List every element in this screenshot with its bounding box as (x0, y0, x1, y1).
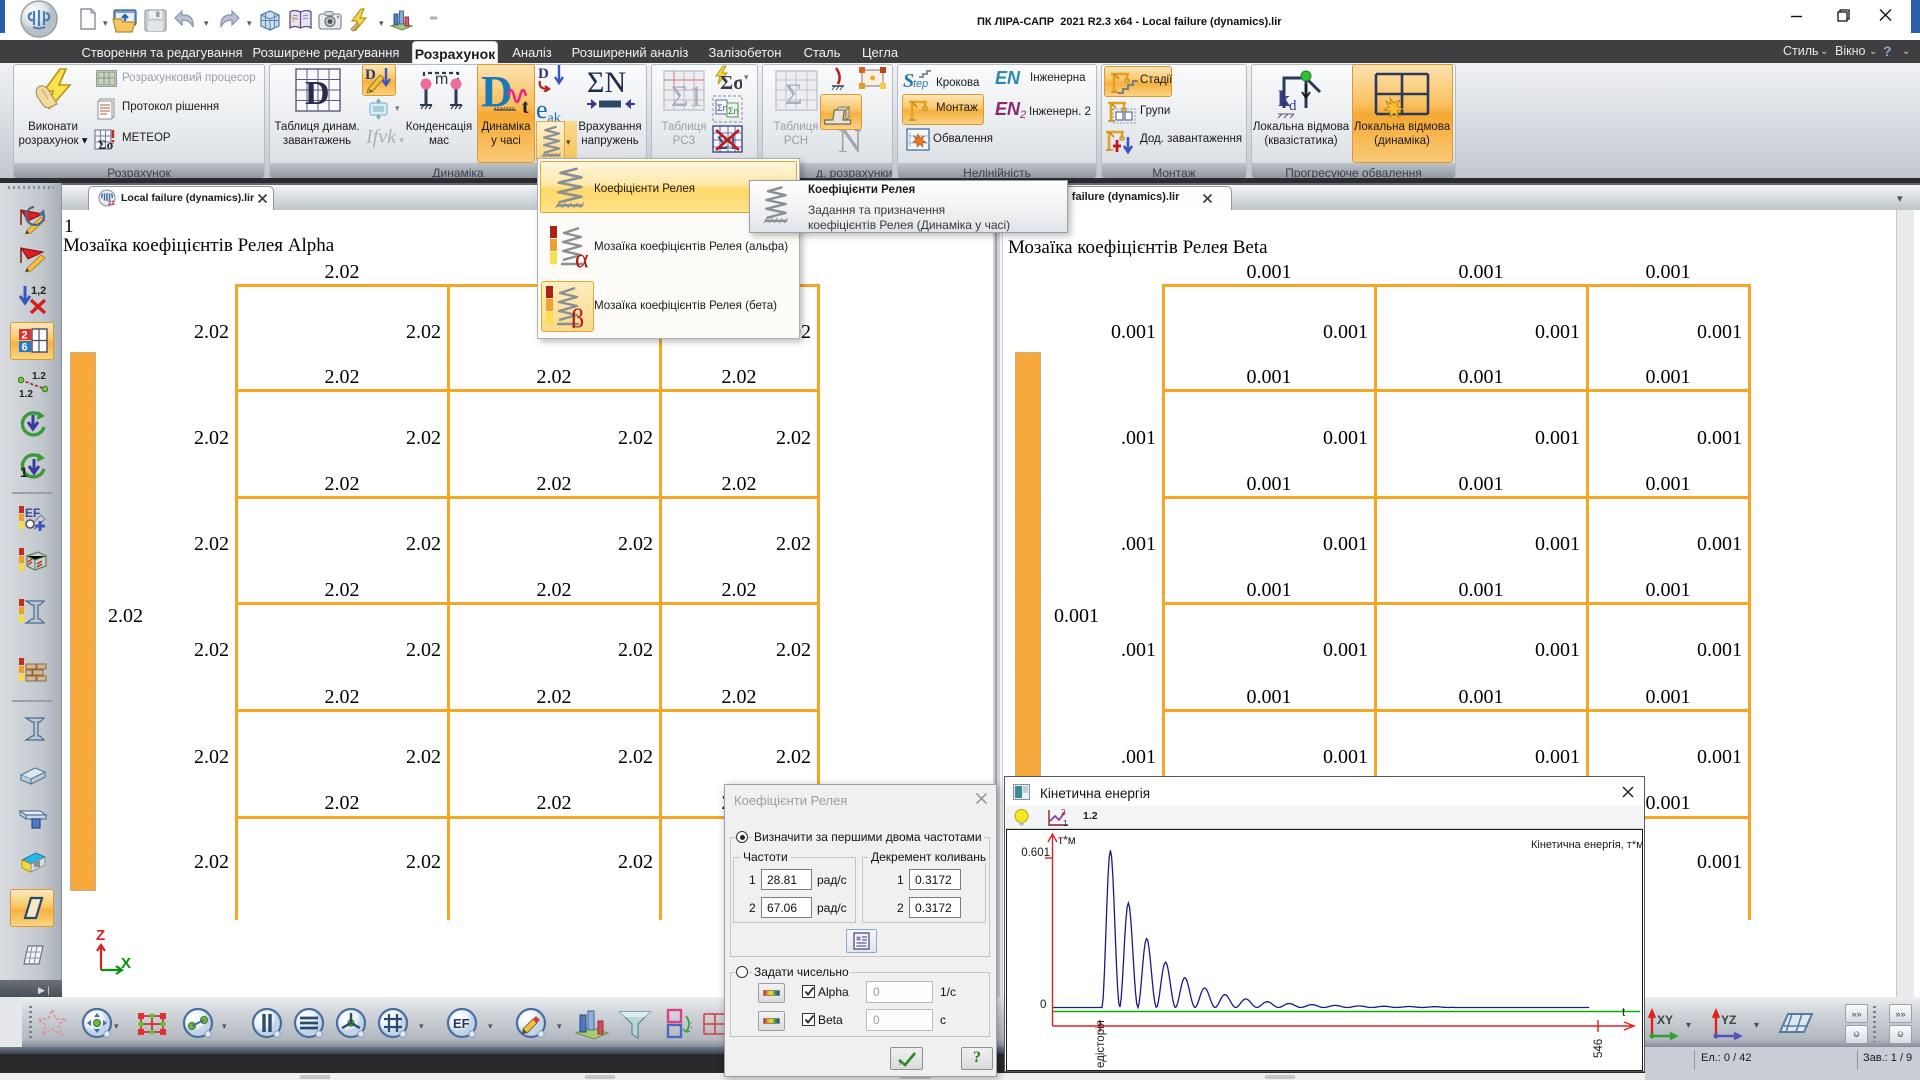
svg-text:YZ: YZ (1721, 1013, 1736, 1027)
svg-text:1.2: 1.2 (32, 371, 46, 382)
svg-text:Кінетична енергія, т*м: Кінетична енергія, т*м (1531, 839, 1644, 851)
svg-text:Σσ: Σσ (720, 72, 742, 93)
svg-text:D: D (365, 67, 376, 83)
svg-text:т*м: т*м (1058, 835, 1076, 847)
svg-text:d: d (1289, 98, 1297, 114)
svg-text:1,2: 1,2 (31, 285, 46, 297)
svg-text:m: m (435, 71, 448, 88)
svg-text:1.2: 1.2 (19, 389, 33, 399)
svg-text:D: D (538, 66, 549, 82)
svg-text::: : (690, 1020, 693, 1031)
svg-text:D: D (305, 75, 330, 112)
svg-text:2: 2 (22, 330, 28, 342)
svg-text:β: β (571, 304, 584, 328)
svg-text:Σ1: Σ1 (717, 133, 738, 153)
svg-text:Σ: Σ (785, 78, 802, 111)
svg-text:1: 1 (20, 464, 28, 480)
svg-text:546: 546 (1593, 1039, 1605, 1058)
svg-text:6: 6 (22, 342, 28, 354)
svg-text:XY: XY (1657, 1013, 1673, 1027)
svg-text:21: 21 (108, 201, 115, 207)
svg-text:Σn: Σn (717, 103, 728, 113)
svg-text:α: α (575, 244, 589, 268)
svg-text:EF: EF (453, 1016, 470, 1031)
svg-text:X: X (121, 955, 131, 972)
svg-text:0.601: 0.601 (1021, 847, 1050, 859)
svg-text:0: 0 (1040, 999, 1046, 1011)
svg-text:Σσ: Σσ (98, 137, 114, 152)
svg-text:t: t (522, 96, 529, 116)
svg-text:едісторія: едісторія (1095, 1020, 1107, 1068)
svg-text:ΣN: ΣN (587, 68, 626, 99)
svg-text:Σn: Σn (728, 106, 739, 116)
svg-text:Σ1: Σ1 (671, 80, 703, 111)
svg-text:tep: tep (913, 78, 928, 90)
svg-text:Z: Z (96, 927, 105, 944)
svg-text:t: t (1622, 1007, 1626, 1019)
